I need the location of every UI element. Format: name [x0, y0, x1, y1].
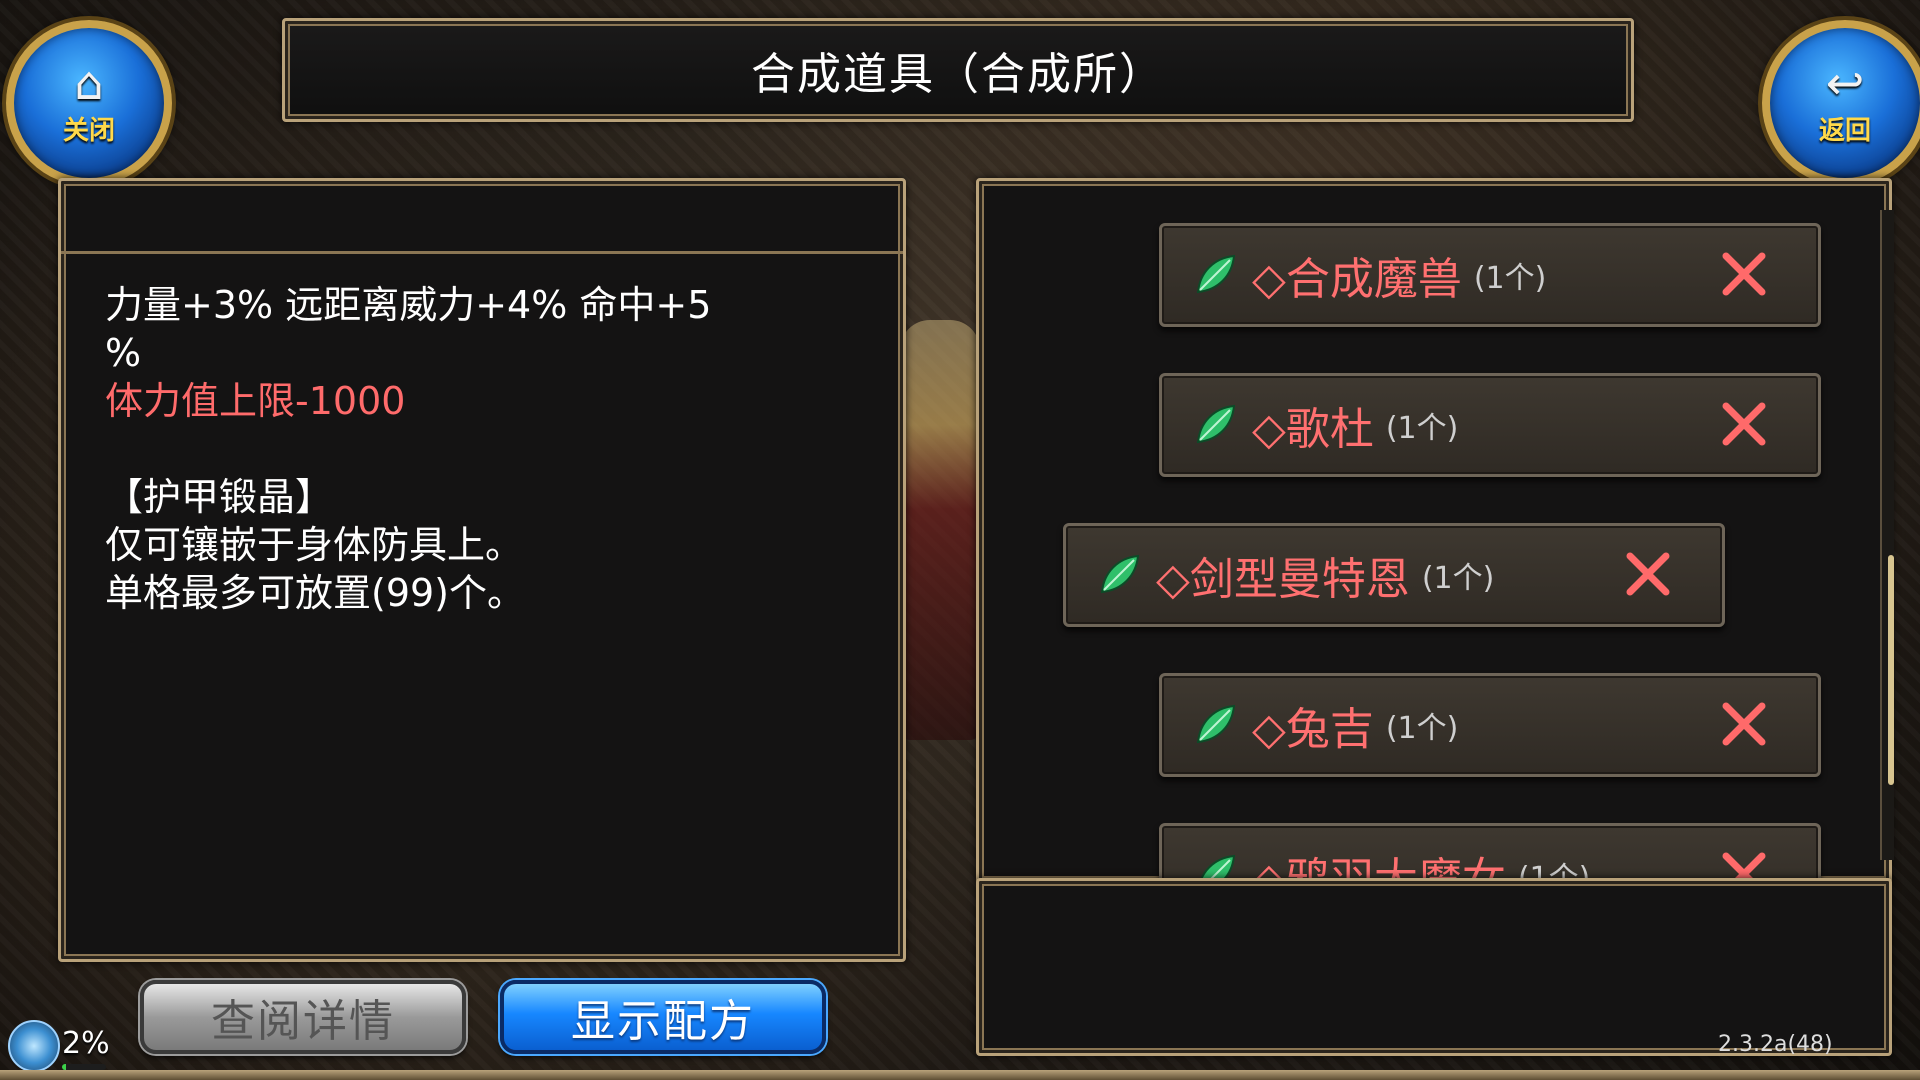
- close-button[interactable]: ⌂ 关闭: [6, 20, 172, 186]
- material-count: (1个): [1517, 861, 1591, 881]
- material-name: ◇合成魔兽: [1252, 254, 1462, 305]
- recipe-info-panel: [976, 878, 1892, 1056]
- material-count: (1个): [1421, 561, 1495, 596]
- leaf-icon: [1196, 704, 1236, 744]
- back-button[interactable]: ↩ 返回: [1762, 20, 1920, 186]
- material-item[interactable]: ◇鸦羽大魔女 (1个): [1159, 823, 1821, 881]
- title-bar: 合成道具（合成所）: [282, 18, 1634, 122]
- return-arrow-icon: ↩: [1825, 55, 1865, 110]
- home-icon: ⌂: [74, 55, 104, 110]
- list-scrollbar-thumb[interactable]: [1888, 555, 1894, 785]
- bottom-border: [0, 1070, 1920, 1080]
- detail-panel-header: [61, 181, 903, 254]
- material-item[interactable]: ◇合成魔兽 (1个): [1159, 223, 1821, 327]
- material-name: ◇鸦羽大魔女: [1252, 854, 1506, 881]
- material-name: ◇歌杜: [1252, 404, 1374, 455]
- material-count: (1个): [1385, 711, 1459, 746]
- close-label: 关闭: [62, 115, 115, 146]
- version-label: 2.3.2a(48): [1718, 1032, 1833, 1057]
- detail-line: %: [105, 331, 142, 375]
- material-count: (1个): [1473, 261, 1547, 296]
- leaf-icon: [1196, 254, 1236, 294]
- leaf-icon: [1199, 854, 1236, 881]
- detail-line: 单格最多可放置(99)个。: [105, 571, 526, 615]
- leaf-icon: [1196, 404, 1236, 444]
- material-item-selected[interactable]: ◇剑型曼特恩 (1个): [1063, 523, 1725, 627]
- material-item[interactable]: ◇歌杜 (1个): [1159, 373, 1821, 477]
- material-count: (1个): [1385, 411, 1459, 446]
- background-character: [900, 320, 980, 740]
- material-list-panel: ◇合成魔兽 (1个) ◇歌杜 (1个) ◇剑型曼特恩 (1个) ◇兔吉 (1个)…: [976, 178, 1892, 884]
- detail-line-blank: [105, 425, 863, 473]
- material-list: ◇合成魔兽 (1个) ◇歌杜 (1个) ◇剑型曼特恩 (1个) ◇兔吉 (1个)…: [979, 181, 1889, 881]
- item-description: 力量+3% 远距离威力+4% 命中+5 % 体力值上限-1000 【护甲锻晶】 …: [105, 281, 863, 617]
- detail-line-category: 【护甲锻晶】: [105, 475, 334, 519]
- leaf-icon: [1100, 554, 1140, 594]
- page-title: 合成道具（合成所）: [751, 49, 1165, 100]
- status-percent: 2%: [62, 1026, 110, 1061]
- remove-x-icon[interactable]: [1718, 848, 1770, 881]
- remove-x-icon[interactable]: [1622, 548, 1674, 600]
- back-label: 返回: [1818, 115, 1871, 146]
- status-orb-icon: [8, 1020, 60, 1072]
- view-details-button[interactable]: 查阅详情: [140, 980, 466, 1054]
- material-name: ◇剑型曼特恩: [1156, 554, 1410, 605]
- remove-x-icon[interactable]: [1718, 248, 1770, 300]
- detail-line: 仅可镶嵌于身体防具上。: [105, 523, 524, 567]
- remove-x-icon[interactable]: [1718, 698, 1770, 750]
- detail-line: 力量+3% 远距离威力+4% 命中+5: [105, 283, 712, 327]
- detail-line-penalty: 体力值上限-1000: [105, 379, 406, 423]
- show-recipe-button[interactable]: 显示配方: [500, 980, 826, 1054]
- remove-x-icon[interactable]: [1718, 398, 1770, 450]
- material-name: ◇兔吉: [1252, 704, 1374, 755]
- item-detail-panel: 力量+3% 远距离威力+4% 命中+5 % 体力值上限-1000 【护甲锻晶】 …: [58, 178, 906, 962]
- material-item[interactable]: ◇兔吉 (1个): [1159, 673, 1821, 777]
